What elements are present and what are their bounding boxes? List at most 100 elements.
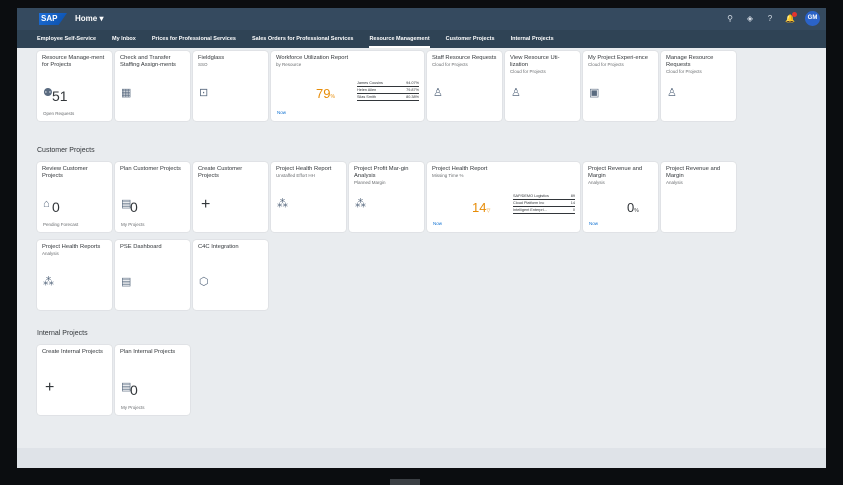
integration-icon: ⬡ <box>199 276 209 288</box>
monitor-stand <box>390 479 420 485</box>
row-label: Intelligent Enterpri... <box>513 208 547 212</box>
tile-title: Plan Internal Projects <box>120 349 176 355</box>
tile-count: 0 <box>130 199 138 215</box>
tab-customer-projects[interactable]: Customer Projects <box>446 30 495 48</box>
tile-create-internal-projects[interactable]: Create Internal Projects + <box>37 345 112 415</box>
tile-subtitle: Analysis <box>588 180 605 185</box>
tile-title: Resource Manage-ment for Projects <box>42 55 105 68</box>
list-item: Silas Smith 80.38% <box>357 95 419 101</box>
utilization-list: James Cousins 94.07% Helen Allen 79.87% Si… <box>357 81 419 102</box>
tab-my-inbox[interactable]: My Inbox <box>112 30 136 48</box>
tile-staff-resource-requests[interactable]: Staff Resource Requests Cloud for Projec… <box>427 51 502 121</box>
launchpad-screen: SAP Home ▾ ⚲ ◈ ? 🔔 GM Employee Self-Serv… <box>17 8 826 468</box>
tile-subtitle: Planned Margin <box>354 180 386 185</box>
kpi-trend: ▽ <box>486 208 491 214</box>
notifications-icon[interactable]: 🔔 <box>785 11 797 24</box>
tile-manage-resource-requests[interactable]: Manage Resource Requests Cloud for Proje… <box>661 51 736 121</box>
tile-pse-dashboard[interactable]: PSE Dashboard ▤ <box>115 240 190 310</box>
person-check-icon: ♙ <box>433 87 443 99</box>
tile-subtitle: Cloud for Projects <box>588 62 624 67</box>
home-menu[interactable]: Home ▾ <box>75 14 103 23</box>
document-search-icon: ⊡ <box>199 87 209 99</box>
tab-sales-orders[interactable]: Sales Orders for Professional Services <box>252 30 354 48</box>
avatar[interactable]: GM <box>805 11 820 26</box>
tile-view-resource-utilization[interactable]: View Resource Uti-lization Cloud for Pro… <box>505 51 580 121</box>
analytics-icon: ⁂ <box>43 276 54 288</box>
kpi-value: 0% <box>627 200 639 215</box>
tile-title: Manage Resource Requests <box>666 55 714 68</box>
space-tabs: Employee Self-Service My Inbox Prices fo… <box>17 30 826 48</box>
tile-subtitle: Missing Time % <box>432 173 464 178</box>
tile-title: Review Customer Projects <box>42 166 88 179</box>
people-icon: ♙ <box>511 87 521 99</box>
list-item: Intelligent Enterpri... 0 <box>513 208 575 214</box>
tile-title: Create Customer Projects <box>198 166 243 179</box>
row-label: Helen Allen <box>357 88 377 92</box>
help-icon[interactable]: ? <box>765 14 775 24</box>
tile-create-customer-projects[interactable]: Create Customer Projects + <box>193 162 268 232</box>
tile-count: 51 <box>52 88 68 104</box>
tile-subtitle: by Resource <box>276 62 302 67</box>
sap-logo[interactable]: SAP <box>39 13 67 25</box>
tile-fieldglass[interactable]: Fieldglass SSO ⊡ <box>193 51 268 121</box>
tile-plan-internal-projects[interactable]: Plan Internal Projects ▤ 0 My Projects <box>115 345 190 415</box>
section-title-customer-projects: Customer Projects <box>37 147 95 154</box>
tile-title: Project Health Report <box>276 166 332 172</box>
tile-subtitle: Cloud for Projects <box>432 62 468 67</box>
tile-review-customer-projects[interactable]: Review Customer Projects ⌂ 0 Pending For… <box>37 162 112 232</box>
list-item: Helen Allen 79.87% <box>357 88 419 94</box>
tile-project-profit-margin[interactable]: Project Profit Mar-gin Analysis Planned … <box>349 162 424 232</box>
tile-c4c-integration[interactable]: C4C Integration ⬡ <box>193 240 268 310</box>
tile-footer: Pending Forecast <box>43 222 79 227</box>
row-label: James Cousins <box>357 81 383 85</box>
tile-workforce-utilization[interactable]: Workforce Utilization Report by Resource… <box>271 51 424 121</box>
analytics-icon: ⁂ <box>277 198 288 210</box>
tile-subtitle: SSO <box>198 62 208 67</box>
copilot-icon[interactable]: ◈ <box>745 14 755 24</box>
tab-internal-projects[interactable]: Internal Projects <box>511 30 554 48</box>
row-value: 14 <box>570 201 575 205</box>
tile-footer: My Projects <box>121 405 145 410</box>
plus-icon: + <box>45 379 55 396</box>
tile-count: 0 <box>52 199 60 215</box>
tile-project-revenue-margin[interactable]: Project Revenue and Margin Analysis 0% N… <box>583 162 658 232</box>
kpi-number: 79 <box>316 86 331 101</box>
row-value: 89 <box>570 194 575 198</box>
kpi-value: 79% <box>316 86 335 101</box>
row-value: 0 <box>572 208 575 212</box>
kpi-unit: % <box>330 94 335 100</box>
dashboard-icon: ▤ <box>121 276 132 288</box>
tile-project-health-report-kpi[interactable]: Project Health Report Missing Time % 14▽… <box>427 162 580 232</box>
refresh-now: Now <box>589 221 599 226</box>
kpi-value: 14▽ <box>472 200 490 215</box>
tile-count: 0 <box>130 382 138 398</box>
profile-card-icon: ▣ <box>589 87 600 99</box>
tile-project-health-reports[interactable]: Project Health Reports Analysis ⁂ <box>37 240 112 310</box>
tile-plan-customer-projects[interactable]: Plan Customer Projects ▤ 0 My Projects <box>115 162 190 232</box>
analytics-icon: ⁂ <box>355 198 366 210</box>
tile-title: Staff Resource Requests <box>432 55 497 61</box>
tile-title: Project Health Reports <box>42 244 101 250</box>
chart-icon: ⌂ <box>43 198 50 210</box>
row-label: Silas Smith <box>357 95 376 99</box>
tile-project-health-report[interactable]: Project Health Report Unstaffed Effort H… <box>271 162 346 232</box>
tile-project-revenue-margin-analysis[interactable]: Project Revenue and Margin Analysis <box>661 162 736 232</box>
tile-title: C4C Integration <box>198 244 239 250</box>
refresh-now: Now <box>433 221 443 226</box>
shell-bar: SAP Home ▾ ⚲ ◈ ? 🔔 GM <box>17 8 826 30</box>
tile-resource-management[interactable]: Resource Manage-ment for Projects ⚉ 51 O… <box>37 51 112 121</box>
search-icon[interactable]: ⚲ <box>725 14 735 24</box>
person-settings-icon: ♙ <box>667 87 677 99</box>
list-item: SAP/DEMO Logistics 89 <box>513 194 575 200</box>
tab-employee-self-service[interactable]: Employee Self-Service <box>37 30 96 48</box>
tab-prices[interactable]: Prices for Professional Services <box>152 30 236 48</box>
tile-check-transfer[interactable]: Check and Transfer Staffing Assign-ments… <box>115 51 190 121</box>
row-label: SAP/DEMO Logistics <box>513 194 549 198</box>
list-item: Cloud Platform Inc 14 <box>513 201 575 207</box>
health-list: SAP/DEMO Logistics 89 Cloud Platform Inc 1… <box>513 194 575 215</box>
tab-resource-management[interactable]: Resource Management <box>369 30 430 48</box>
plus-icon: + <box>201 196 211 213</box>
row-label: Cloud Platform Inc <box>513 201 545 205</box>
kpi-unit: % <box>634 208 639 214</box>
tile-my-project-experience[interactable]: My Project Experi-ence Cloud for Project… <box>583 51 658 121</box>
